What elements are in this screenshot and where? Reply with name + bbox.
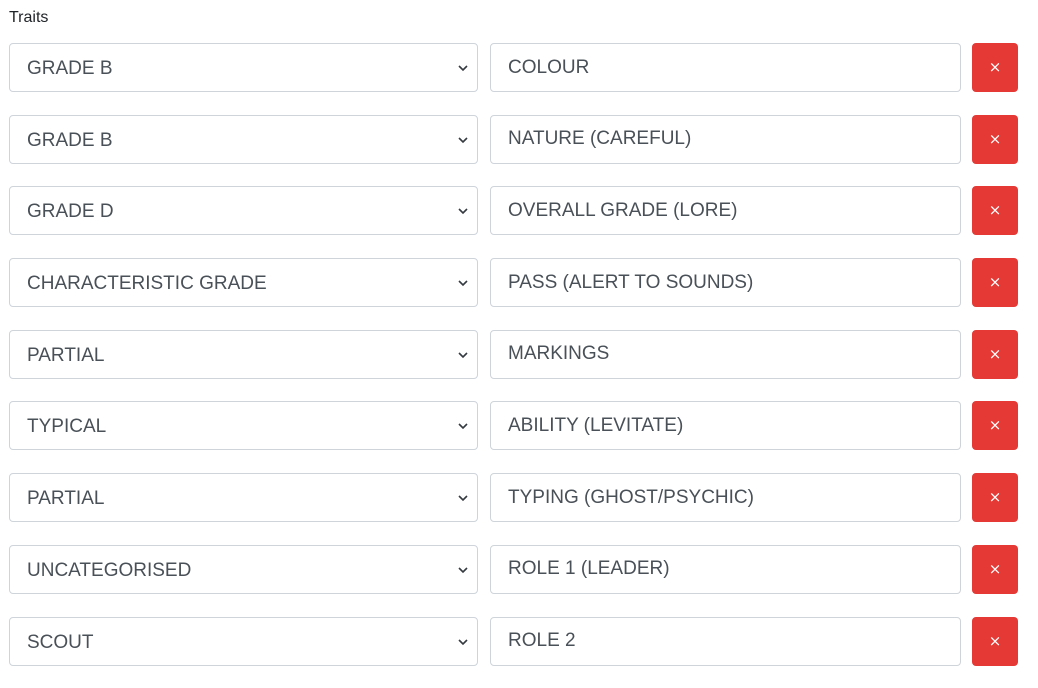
trait-row: GRADE D × — [9, 186, 1019, 237]
trait-row: GRADE B × — [9, 114, 1019, 166]
trait-input[interactable] — [490, 258, 961, 308]
trait-row: UNCATEGORISED × — [9, 544, 1019, 596]
trait-input[interactable] — [490, 473, 961, 523]
grade-select-value: GRADE B — [27, 58, 113, 79]
chevron-down-icon — [457, 421, 469, 431]
grade-select[interactable]: GRADE B — [9, 114, 478, 164]
trait-row: SCOUT × — [9, 616, 1019, 668]
grade-select-value: UNCATEGORISED — [27, 559, 192, 581]
trait-row: TYPICAL × — [9, 401, 1019, 452]
grade-select-value: PARTIAL — [27, 344, 105, 366]
grade-select-value: CHARACTERISTIC GRADE — [27, 273, 267, 295]
remove-trait-button[interactable]: × — [972, 473, 1018, 523]
grade-select[interactable]: CHARACTERISTIC GRADE — [9, 258, 478, 308]
close-icon: × — [988, 631, 1002, 650]
grade-select[interactable]: GRADE B — [9, 43, 478, 92]
remove-trait-button[interactable]: × — [972, 616, 1018, 666]
remove-trait-button[interactable]: × — [972, 401, 1018, 451]
grade-select[interactable]: SCOUT — [9, 616, 478, 666]
chevron-down-icon — [457, 565, 469, 575]
close-icon: × — [988, 344, 1002, 363]
grade-select[interactable]: PARTIAL — [9, 473, 478, 523]
trait-input[interactable] — [490, 616, 961, 666]
traits-list: GRADE B × GRADE B × GRADE D × CHARACTERI… — [9, 43, 1019, 688]
grade-select[interactable]: PARTIAL — [9, 329, 478, 379]
trait-row: GRADE B × — [9, 43, 1019, 94]
grade-select-value: TYPICAL — [27, 416, 107, 438]
chevron-down-icon — [457, 350, 469, 360]
remove-trait-button[interactable]: × — [972, 43, 1018, 92]
remove-trait-button[interactable]: × — [972, 114, 1018, 164]
chevron-down-icon — [457, 278, 469, 288]
remove-trait-button[interactable]: × — [972, 258, 1018, 308]
chevron-down-icon — [457, 493, 469, 503]
remove-trait-button[interactable]: × — [972, 186, 1018, 236]
trait-row: CHARACTERISTIC GRADE × — [9, 258, 1019, 309]
grade-select-value: GRADE D — [27, 201, 114, 223]
trait-input[interactable] — [490, 329, 961, 379]
close-icon: × — [988, 559, 1002, 578]
grade-select[interactable]: GRADE D — [9, 186, 478, 236]
grade-select[interactable]: UNCATEGORISED — [9, 544, 478, 594]
close-icon: × — [988, 129, 1002, 148]
traits-heading: Traits — [9, 9, 49, 26]
grade-select-value: PARTIAL — [27, 488, 105, 510]
close-icon: × — [988, 416, 1002, 435]
chevron-down-icon — [457, 637, 469, 647]
trait-input[interactable] — [490, 401, 961, 451]
trait-row: PARTIAL × — [9, 329, 1019, 381]
trait-input[interactable] — [490, 186, 961, 236]
close-icon: × — [988, 201, 1002, 220]
grade-select-value: GRADE B — [27, 129, 113, 151]
trait-input[interactable] — [490, 114, 961, 164]
trait-row: PARTIAL × — [9, 473, 1019, 524]
trait-input[interactable] — [490, 43, 961, 92]
grade-select-value: SCOUT — [27, 631, 94, 653]
grade-select[interactable]: TYPICAL — [9, 401, 478, 451]
close-icon: × — [988, 273, 1002, 292]
remove-trait-button[interactable]: × — [972, 329, 1018, 379]
chevron-down-icon — [457, 135, 469, 145]
close-icon: × — [988, 58, 1002, 76]
chevron-down-icon — [457, 206, 469, 216]
close-icon: × — [988, 488, 1002, 507]
remove-trait-button[interactable]: × — [972, 544, 1018, 594]
chevron-down-icon — [457, 63, 469, 73]
trait-input[interactable] — [490, 544, 961, 594]
